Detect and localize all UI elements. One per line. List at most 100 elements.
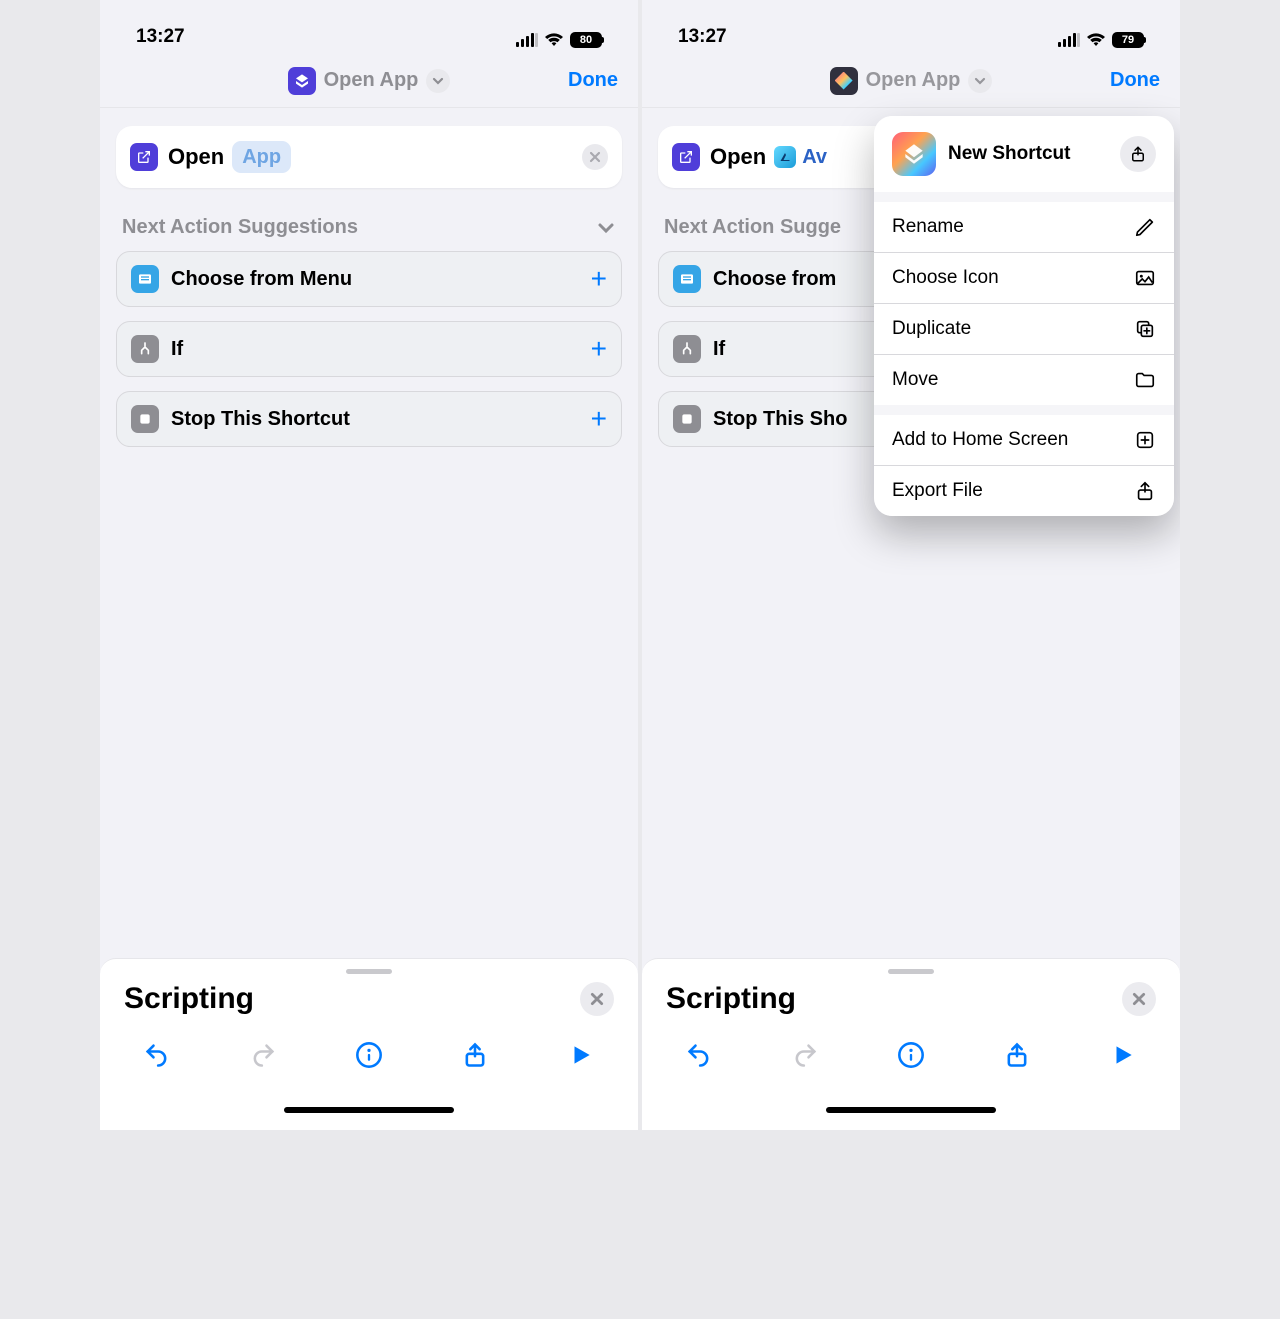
header-title-text: Open App: [324, 69, 419, 92]
chevron-down-icon[interactable]: [968, 69, 992, 93]
signal-icon: [1058, 33, 1080, 47]
editor-header: Open App Done: [100, 54, 638, 108]
photo-icon: [1134, 267, 1156, 289]
menu-item-add-home[interactable]: Add to Home Screen: [874, 415, 1174, 465]
drawer-title-text: Scripting: [666, 982, 796, 1016]
action-verb: Open: [710, 144, 766, 170]
close-icon[interactable]: [580, 982, 614, 1016]
chevron-down-icon: [596, 218, 616, 238]
shortcut-icon: [288, 67, 316, 95]
suggestions-header[interactable]: Next Action Suggestions: [116, 216, 622, 239]
suggestion-label: Stop This Shortcut: [171, 408, 350, 431]
drawer-grabber[interactable]: [888, 969, 934, 974]
drawer-title-text: Scripting: [124, 982, 254, 1016]
share-button[interactable]: [455, 1035, 495, 1075]
menu-item-rename[interactable]: Rename: [874, 202, 1174, 252]
suggestion-item[interactable]: Choose from Menu +: [116, 251, 622, 307]
redo-button[interactable]: [243, 1035, 283, 1075]
content: Open App Next Action Suggestions Choose …: [100, 108, 638, 958]
status-time: 13:27: [678, 26, 727, 48]
popover-group: Add to Home Screen Export File: [874, 415, 1174, 516]
status-bar: 13:27 80: [100, 0, 638, 54]
wifi-icon: [544, 33, 564, 47]
action-text: Open Av: [710, 141, 827, 173]
header-title[interactable]: Open App: [830, 67, 993, 95]
popover-header: New Shortcut: [874, 116, 1174, 192]
menu-item-duplicate[interactable]: Duplicate: [874, 303, 1174, 354]
suggestion-label: If: [171, 338, 183, 361]
bottom-toolbar: [642, 1020, 1180, 1090]
redo-button[interactable]: [785, 1035, 825, 1075]
plus-icon[interactable]: +: [591, 265, 607, 293]
menu-item-export[interactable]: Export File: [874, 465, 1174, 516]
status-bar: 13:27 79: [642, 0, 1180, 54]
if-icon: [131, 335, 159, 363]
menu-item-move[interactable]: Move: [874, 354, 1174, 405]
shortcut-options-popover: New Shortcut Rename Choose Icon Duplicat…: [874, 116, 1174, 516]
play-button[interactable]: [561, 1035, 601, 1075]
wifi-icon: [1086, 33, 1106, 47]
shortcuts-icon: [892, 132, 936, 176]
share-button[interactable]: [997, 1035, 1037, 1075]
choose-menu-icon: [131, 265, 159, 293]
done-button[interactable]: Done: [1110, 69, 1160, 92]
suggestions-title: Next Action Suggestions: [122, 216, 358, 239]
plus-box-icon: [1134, 429, 1156, 451]
plus-icon[interactable]: +: [591, 335, 607, 363]
suggestion-item[interactable]: If +: [116, 321, 622, 377]
choose-menu-icon: [673, 265, 701, 293]
pencil-icon: [1134, 216, 1156, 238]
category-drawer[interactable]: Scripting: [100, 958, 638, 1130]
action-card[interactable]: Open App: [116, 126, 622, 188]
signal-icon: [516, 33, 538, 47]
battery-icon: 80: [570, 32, 602, 48]
battery-icon: 79: [1112, 32, 1144, 48]
header-title-text: Open App: [866, 69, 961, 92]
info-button[interactable]: [349, 1035, 389, 1075]
home-indicator: [100, 1090, 638, 1130]
open-app-action-icon: [130, 143, 158, 171]
status-time: 13:27: [136, 26, 185, 48]
action-param-token[interactable]: App: [232, 141, 291, 173]
phone-right: 13:27 79 Open App Done: [642, 0, 1180, 1130]
suggestions-list: Choose from Menu + If + Stop This Shortc…: [116, 251, 622, 447]
menu-item-choose-icon[interactable]: Choose Icon: [874, 252, 1174, 303]
close-icon[interactable]: [1122, 982, 1156, 1016]
info-button[interactable]: [891, 1035, 931, 1075]
stop-icon: [131, 405, 159, 433]
status-right: 79: [1058, 32, 1144, 48]
undo-button[interactable]: [137, 1035, 177, 1075]
suggestion-label: Choose from Menu: [171, 268, 352, 291]
action-text: Open App: [168, 141, 291, 173]
suggestion-label: If: [713, 338, 725, 361]
category-drawer[interactable]: Scripting: [642, 958, 1180, 1130]
header-title[interactable]: Open App: [288, 67, 451, 95]
undo-button[interactable]: [679, 1035, 719, 1075]
suggestion-label: Stop This Sho: [713, 408, 847, 431]
clear-icon[interactable]: [582, 144, 608, 170]
chevron-down-icon[interactable]: [426, 69, 450, 93]
popover-title: New Shortcut: [948, 143, 1108, 165]
share-icon[interactable]: [1120, 136, 1156, 172]
if-icon: [673, 335, 701, 363]
editor-header: Open App Done: [642, 54, 1180, 108]
folder-icon: [1134, 369, 1156, 391]
drawer-grabber[interactable]: [346, 969, 392, 974]
suggestion-label: Choose from: [713, 268, 836, 291]
action-param-text: Av: [802, 146, 827, 169]
plus-icon[interactable]: +: [591, 405, 607, 433]
duplicate-icon: [1134, 318, 1156, 340]
play-button[interactable]: [1103, 1035, 1143, 1075]
done-button[interactable]: Done: [568, 69, 618, 92]
home-indicator: [642, 1090, 1180, 1130]
suggestion-item[interactable]: Stop This Shortcut +: [116, 391, 622, 447]
action-param-token[interactable]: Av: [774, 141, 827, 173]
share-up-icon: [1134, 480, 1156, 502]
shortcuts-app-icon: [830, 67, 858, 95]
status-right: 80: [516, 32, 602, 48]
bottom-toolbar: [100, 1020, 638, 1090]
phone-left: 13:27 80 Open App Done: [100, 0, 638, 1130]
action-verb: Open: [168, 144, 224, 170]
open-app-action-icon: [672, 143, 700, 171]
app-mini-icon: [774, 146, 796, 168]
